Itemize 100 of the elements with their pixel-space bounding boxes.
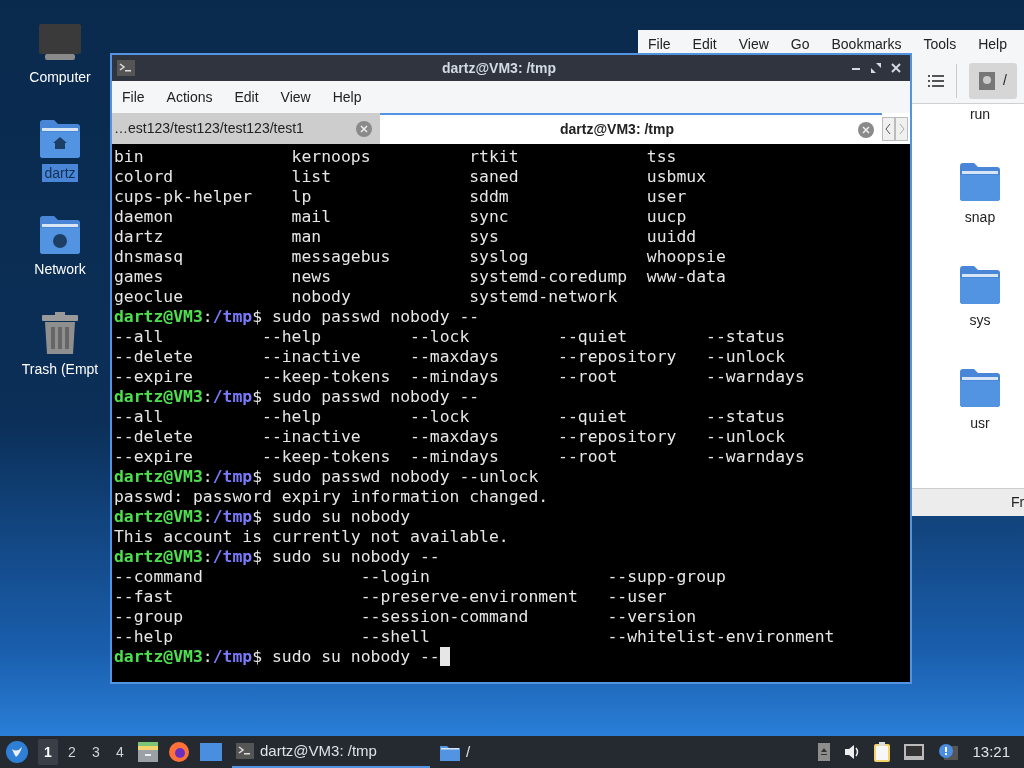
prompt-user: dartz@VM3 — [114, 307, 203, 327]
tab-close-icon[interactable] — [356, 120, 372, 137]
scroll-left-icon[interactable] — [882, 116, 895, 141]
terminal-tab[interactable]: dartz@VM3: /tmp — [380, 113, 882, 144]
prompt-colon: : — [202, 547, 213, 567]
folder-icon — [960, 163, 1000, 201]
terminal-output-line: --group --session-command --version — [114, 607, 698, 627]
taskbar-task[interactable]: dartz@VM3: /tmp — [232, 736, 430, 768]
network-port-icon[interactable] — [904, 744, 925, 760]
file-name[interactable]: run — [969, 104, 991, 125]
prompt-path: /tmp — [212, 387, 253, 407]
terminal-command: $ sudo passwd nobody -- — [252, 307, 480, 327]
prompt-user: dartz@VM3 — [114, 647, 203, 667]
prompt-user: dartz@VM3 — [114, 547, 203, 567]
drive-icon — [979, 71, 995, 90]
prompt-colon: : — [202, 507, 213, 527]
tab-close-icon[interactable] — [858, 121, 874, 138]
prompt-path: /tmp — [212, 467, 253, 487]
terminal-icon — [117, 60, 135, 76]
menu-item[interactable]: View — [738, 33, 769, 55]
prompt-user: dartz@VM3 — [114, 467, 203, 487]
menu-item[interactable]: Actions — [166, 86, 213, 108]
desktop-icon-label[interactable]: Trash (Empt — [19, 360, 101, 378]
maximize-icon[interactable] — [871, 63, 881, 73]
terminal-command: $ sudo su nobody -- — [252, 647, 440, 667]
menu-item[interactable]: View — [280, 86, 311, 108]
terminal-icon — [236, 743, 254, 759]
terminal-output-line: dnsmasq messagebus syslog whoopsie — [114, 247, 727, 267]
status-text: Fr — [1011, 493, 1024, 512]
home-folder-icon — [40, 120, 80, 158]
desktop-icon-label[interactable]: Network — [32, 260, 88, 278]
terminal-output-line: geoclue nobody systemd-network — [114, 287, 619, 307]
terminal-output-line: This account is currently not available. — [114, 527, 510, 547]
terminal-output-line: --delete --inactive --maxdays --repository --unlock — [114, 427, 787, 447]
prompt-path: /tmp — [212, 547, 253, 567]
prompt-path: /tmp — [212, 307, 253, 327]
browser-icon[interactable] — [168, 741, 190, 763]
prompt-colon: : — [202, 467, 213, 487]
desktop-icon-label[interactable]: Computer — [27, 68, 93, 86]
terminal-output-line: --expire --keep-tokens --mindays --root --warndays — [114, 367, 806, 387]
terminal-output-line: --help --shell --whitelist-environment — [114, 627, 836, 647]
list-view-icon[interactable] — [928, 73, 944, 88]
folder-icon — [440, 743, 460, 761]
prompt-user: dartz@VM3 — [114, 387, 203, 407]
menu-item[interactable]: Tools — [923, 33, 957, 55]
prompt-colon: : — [202, 647, 213, 667]
terminal-output-line: bin kernoops rtkit tss — [114, 147, 678, 167]
terminal-output-line: cups-pk-helper lp sddm user — [114, 187, 688, 207]
terminal-output-line: passwd: password expiry information changed. — [114, 487, 550, 507]
terminal-command: $ sudo su nobody -- — [252, 547, 440, 567]
monitor-icon — [39, 24, 81, 62]
start-menu-icon[interactable] — [6, 741, 28, 763]
terminal-output-line: dartz man sys uuidd — [114, 227, 698, 247]
menu-item[interactable]: File — [648, 33, 671, 55]
prompt-path: /tmp — [212, 647, 253, 667]
path-button[interactable]: / — [969, 62, 1017, 99]
desktop-icon-label[interactable]: dartz — [42, 164, 78, 182]
window-title: dartz@VM3: /tmp — [442, 58, 556, 78]
workspace-button[interactable]: 4 — [110, 739, 130, 765]
terminal-command: $ sudo passwd nobody -- — [252, 387, 480, 407]
menu-item[interactable]: File — [122, 86, 145, 108]
trash-icon — [42, 312, 78, 354]
taskbar-task[interactable]: / — [436, 736, 475, 768]
terminal-command: $ sudo su nobody — [252, 507, 411, 527]
folder-icon — [960, 369, 1000, 407]
prompt-colon: : — [202, 307, 213, 327]
file-name[interactable]: usr — [970, 413, 990, 434]
notification-icon[interactable] — [938, 743, 959, 761]
menu-item[interactable]: Edit — [234, 86, 259, 108]
terminal-command: $ sudo passwd nobody --unlock — [252, 467, 539, 487]
prompt-user: dartz@VM3 — [114, 507, 203, 527]
menu-item[interactable]: Help — [332, 86, 362, 108]
terminal-output-line: --fast --preserve-environment --user — [114, 587, 668, 607]
close-icon[interactable] — [891, 63, 901, 73]
terminal-output-line: --all --help --lock --quiet --status — [114, 407, 787, 427]
terminal-output-line: --delete --inactive --maxdays --repository --unlock — [114, 347, 787, 367]
speaker-icon[interactable] — [844, 744, 861, 760]
menu-item[interactable]: Edit — [692, 33, 717, 55]
workspace-button[interactable]: 2 — [62, 739, 82, 765]
clipboard-icon[interactable] — [874, 742, 891, 762]
terminal-tab[interactable]: …est123/test123/test123/test1 — [112, 113, 380, 144]
workspace-button[interactable]: 3 — [86, 739, 106, 765]
menu-item[interactable]: Help — [978, 33, 1007, 55]
terminal-output-line: --all --help --lock --quiet --status — [114, 327, 787, 347]
terminal-output-line: --expire --keep-tokens --mindays --root --warndays — [114, 447, 806, 467]
prompt-colon: : — [202, 387, 213, 407]
file-name[interactable]: sys — [969, 310, 991, 331]
clock: 13:21 — [972, 741, 1010, 762]
network-folder-icon — [40, 216, 80, 254]
menu-item[interactable]: Bookmarks — [831, 33, 902, 55]
menu-item[interactable]: Go — [790, 33, 810, 55]
eject-icon[interactable] — [818, 743, 831, 761]
terminal-output-line: daemon mail sync uucp — [114, 207, 688, 227]
folder-icon — [960, 266, 1000, 304]
workspace-button[interactable]: 1 — [38, 739, 58, 765]
terminal-output-line: games news systemd-coredump www-data — [114, 267, 727, 287]
terminal-output-line: --command --login --supp-group — [114, 567, 727, 587]
terminal-output-line: colord list saned usbmux — [114, 167, 708, 187]
prompt-path: /tmp — [212, 507, 253, 527]
file-name[interactable]: snap — [964, 207, 996, 228]
